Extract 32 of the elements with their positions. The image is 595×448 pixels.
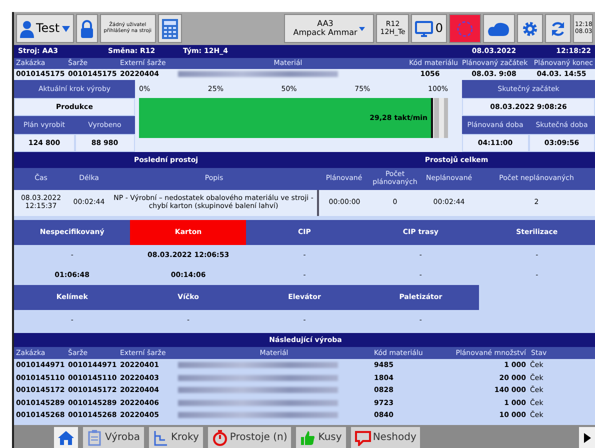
settings-button[interactable] xyxy=(517,14,543,43)
speech-bubble-icon xyxy=(354,430,371,446)
home-tab[interactable] xyxy=(54,427,78,448)
stairs-icon xyxy=(152,430,169,446)
calculator-icon xyxy=(162,18,178,38)
monitor-icon xyxy=(415,20,434,36)
refresh-icon xyxy=(550,20,566,36)
clipboard-icon xyxy=(87,430,103,446)
lock-button[interactable] xyxy=(76,14,98,43)
stopwatch-icon xyxy=(212,430,228,446)
arrow-right-icon xyxy=(583,432,591,442)
cloud-icon xyxy=(488,20,510,36)
tab[interactable]: Neshody xyxy=(350,427,420,448)
caret-icon xyxy=(62,26,70,32)
user-button[interactable]: Test xyxy=(16,14,74,43)
caret-icon xyxy=(359,26,366,30)
refresh-button[interactable] xyxy=(545,14,571,43)
lock-icon xyxy=(80,20,94,38)
home-icon xyxy=(58,430,74,446)
monitor-button[interactable]: 0 xyxy=(411,14,447,43)
machine-dropdown[interactable]: AA3 Ampack Ammar xyxy=(284,14,374,43)
cloud-button[interactable] xyxy=(483,14,515,43)
settings-icon xyxy=(522,20,538,36)
user-icon xyxy=(20,20,34,38)
tab[interactable]: Prostoje (n) xyxy=(208,427,292,448)
tab[interactable]: Kusy xyxy=(296,427,346,448)
calculator-button[interactable] xyxy=(158,14,182,43)
thumbs-up-icon xyxy=(300,430,316,446)
next-button[interactable] xyxy=(579,427,595,448)
tab[interactable]: Výroba xyxy=(83,427,144,448)
tab[interactable]: Kroky xyxy=(148,427,203,448)
circle-icon xyxy=(456,20,474,38)
